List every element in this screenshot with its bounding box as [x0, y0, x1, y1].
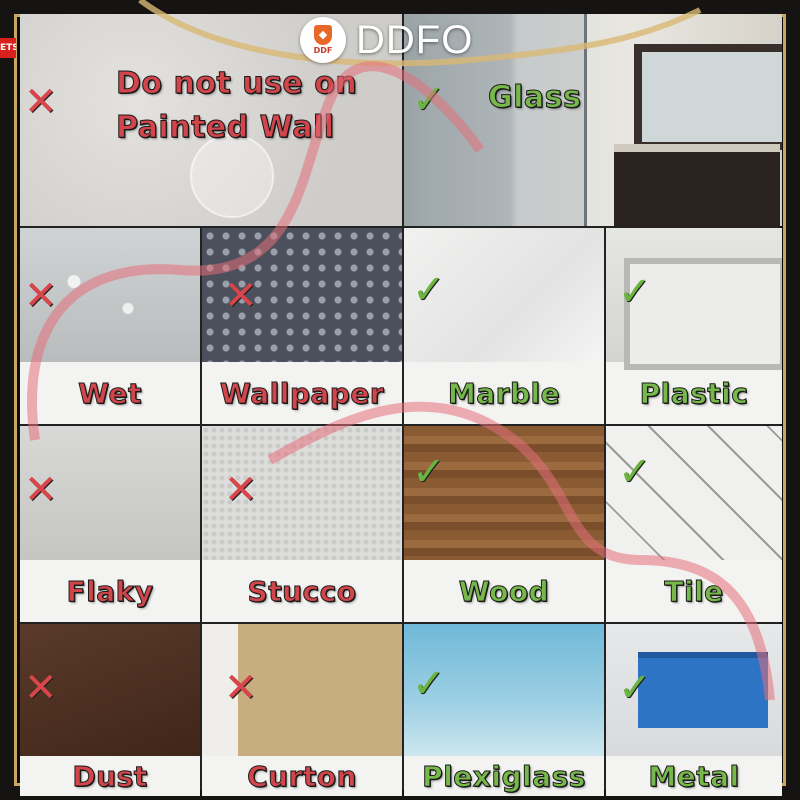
brand-name: DDFO: [356, 17, 474, 62]
wood-label-area: Wood: [404, 560, 604, 622]
tile-wallpaper: ✕ Wallpaper: [202, 228, 402, 424]
painted-wall-label-line1: Do not use on: [115, 66, 358, 102]
wet-label-area: Wet: [20, 362, 200, 424]
plastic-label: Plastic: [639, 376, 749, 410]
tile-flaky: ✕ Flaky: [20, 426, 200, 622]
brand-logo: ◆ DDF DDFO: [300, 12, 520, 68]
tile-surface-image: ✓: [606, 426, 782, 560]
marble-label: Marble: [447, 376, 561, 410]
painted-wall-label: Do not use on Painted Wall: [115, 62, 358, 150]
wallpaper-label-area: Wallpaper: [202, 362, 402, 424]
cross-icon: ✕: [24, 467, 58, 513]
metal-cabinet-image: [638, 652, 768, 728]
tile-plastic: ✓ Plastic: [606, 228, 782, 424]
tile-wet: ✕ Wet: [20, 228, 200, 424]
wallpaper-label: Wallpaper: [219, 376, 385, 410]
cross-icon: ✕: [224, 665, 258, 711]
tile-wood: ✓ Wood: [404, 426, 604, 622]
stucco-label-area: Stucco: [202, 560, 402, 622]
plastic-label-area: Plastic: [606, 362, 782, 424]
check-icon: ✓: [412, 449, 446, 495]
metal-label-area: Metal: [606, 756, 782, 796]
cross-icon: ✕: [24, 665, 58, 711]
mirror-image: [634, 44, 782, 150]
flaky-label: Flaky: [66, 574, 154, 608]
check-icon: ✓: [618, 665, 652, 711]
tile-label: Tile: [664, 574, 724, 608]
tile-plexiglass: ✓ Plexiglass: [404, 624, 604, 796]
cross-icon: ✕: [224, 467, 258, 513]
corner-tag: ETS: [0, 38, 16, 58]
check-icon: ✓: [412, 267, 446, 313]
marble-image: ✓: [404, 228, 604, 362]
wood-image: ✓: [404, 426, 604, 560]
wallpaper-image: ✕: [202, 228, 402, 362]
tile-dust: ✕ Dust: [20, 624, 200, 796]
curton-label: Curton: [247, 759, 357, 793]
tile-curton: ✕ Curton: [202, 624, 402, 796]
dust-label-area: Dust: [20, 756, 200, 796]
plexiglass-image: ✓: [404, 624, 604, 756]
painted-wall-label-line2: Painted Wall: [115, 110, 335, 146]
check-icon: ✓: [618, 449, 652, 495]
check-icon: ✓: [618, 269, 652, 315]
tile-stucco: ✕ Stucco: [202, 426, 402, 622]
plexiglass-label-area: Plexiglass: [404, 756, 604, 796]
brand-badge-icon: ◆ DDF: [300, 17, 346, 63]
plexiglass-label: Plexiglass: [422, 759, 586, 793]
marble-label-area: Marble: [404, 362, 604, 424]
metal-image: ✓: [606, 624, 782, 756]
surface-grid: ✕ Do not use on Painted Wall ✓ Glass ✕ W…: [20, 14, 782, 796]
tile-tile: ✓ Tile: [606, 426, 782, 622]
check-icon: ✓: [412, 661, 446, 707]
vanity-image: [614, 144, 780, 226]
tile-metal: ✓ Metal: [606, 624, 782, 796]
cross-icon: ✕: [224, 273, 258, 319]
tile-label-area: Tile: [606, 560, 782, 622]
wood-label: Wood: [458, 574, 550, 608]
plastic-image: ✓: [606, 228, 782, 370]
flaky-label-area: Flaky: [20, 560, 200, 622]
stucco-label: Stucco: [247, 574, 357, 608]
wet-label: Wet: [78, 376, 142, 410]
wet-image: ✕: [20, 228, 200, 362]
curton-image: ✕: [202, 624, 402, 756]
glass-label: Glass: [487, 80, 582, 116]
cross-icon: ✕: [24, 79, 58, 125]
dust-label: Dust: [72, 759, 148, 793]
cross-icon: ✕: [24, 273, 58, 319]
check-icon: ✓: [412, 77, 446, 123]
flaky-image: ✕: [20, 426, 200, 560]
tile-marble: ✓ Marble: [404, 228, 604, 424]
metal-label: Metal: [648, 759, 740, 793]
dust-image: ✕: [20, 624, 200, 756]
shield-icon: ◆: [314, 25, 332, 45]
stucco-image: ✕: [202, 426, 402, 560]
brand-badge-text: DDF: [313, 46, 333, 55]
curton-label-area: Curton: [202, 756, 402, 796]
